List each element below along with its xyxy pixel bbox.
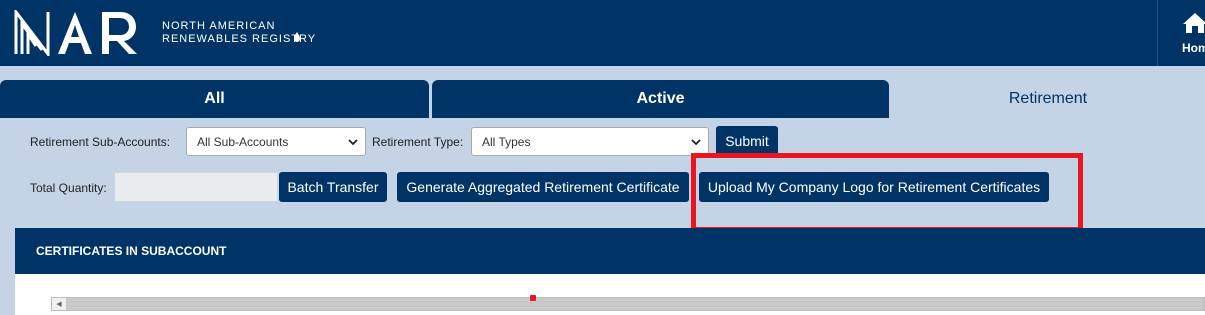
type-select[interactable]: All Types: [471, 127, 709, 156]
home-label: Home: [1182, 41, 1205, 55]
flame-icon: [294, 32, 300, 42]
tab-active[interactable]: Active: [432, 80, 889, 118]
top-header: NORTH AMERICAN RENEWABLES REGISTRY Home: [0, 0, 1205, 66]
nar-logo-mark: [14, 10, 137, 56]
total-quantity-label: Total Quantity:: [30, 181, 107, 195]
highlight-box: [691, 153, 1083, 232]
chevron-down-icon: [691, 139, 701, 146]
total-quantity-field[interactable]: [114, 172, 278, 202]
subaccounts-select[interactable]: All Sub-Accounts: [186, 127, 366, 156]
home-button[interactable]: Home: [1170, 10, 1205, 58]
scroll-left-arrow-icon[interactable]: ◀: [52, 298, 66, 310]
home-icon: [1183, 13, 1205, 33]
generate-certificate-button[interactable]: Generate Aggregated Retirement Certifica…: [397, 172, 689, 202]
horizontal-scrollbar[interactable]: ◀: [51, 297, 1205, 311]
subaccounts-label: Retirement Sub-Accounts:: [30, 135, 171, 149]
subaccounts-select-value: All Sub-Accounts: [197, 134, 289, 149]
nar-logo[interactable]: NORTH AMERICAN RENEWABLES REGISTRY: [14, 8, 316, 58]
scroll-marker: [530, 295, 536, 301]
chevron-down-icon: [348, 139, 358, 146]
tab-retirement[interactable]: Retirement: [891, 80, 1205, 118]
tab-bar: All Active Retirement: [0, 80, 1205, 118]
tab-all[interactable]: All: [0, 80, 429, 118]
certificates-panel-header: CERTIFICATES IN SUBACCOUNT: [15, 228, 1205, 274]
batch-transfer-button[interactable]: Batch Transfer: [279, 172, 387, 202]
type-select-value: All Types: [482, 134, 531, 149]
type-label: Retirement Type:: [372, 135, 464, 149]
header-divider: [1157, 0, 1158, 66]
submit-button[interactable]: Submit: [716, 126, 778, 156]
